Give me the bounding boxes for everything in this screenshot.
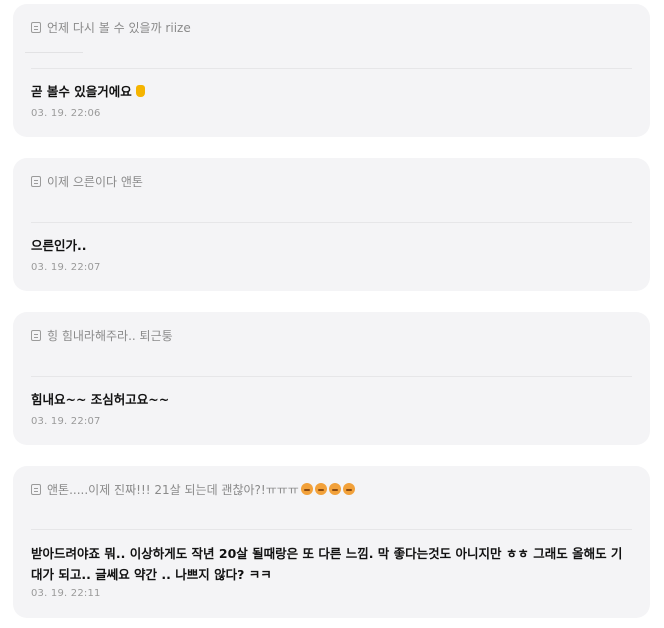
divider [25,52,83,53]
pleading-face-emoji-icon [342,483,355,495]
qa-card[interactable]: 앤톤.....이제 진짜!!! 21살 되는데 괜찮아?!ㅠㅠㅠ 받아드려야죠 … [13,466,650,618]
timestamp: 03. 19. 22:11 [31,588,101,599]
divider [31,376,632,377]
answer-text: 곧 볼수 있을거에요 [31,81,632,102]
question-row: 언제 다시 볼 수 있을까 riize [31,19,191,36]
question-row: 앤톤.....이제 진짜!!! 21살 되는데 괜찮아?!ㅠㅠㅠ [31,481,355,498]
qa-feed: 언제 다시 볼 수 있을까 riize 곧 볼수 있을거에요 03. 19. 2… [0,0,664,628]
timestamp: 03. 19. 22:06 [31,108,101,119]
divider [31,222,632,223]
note-icon [31,330,41,341]
pleading-face-emoji-icon [300,483,313,495]
note-icon [31,176,41,187]
question-text: 이제 으른이다 앤톤 [47,175,143,189]
question-text: 힝 힘내라해주라.. 퇴근퉁 [47,329,173,343]
qa-card[interactable]: 언제 다시 볼 수 있을까 riize 곧 볼수 있을거에요 03. 19. 2… [13,4,650,137]
qa-card[interactable]: 이제 으른이다 앤톤 으른인가.. 03. 19. 22:07 [13,158,650,291]
qa-card[interactable]: 힝 힘내라해주라.. 퇴근퉁 힘내요~~ 조심허고요~~ 03. 19. 22:… [13,312,650,445]
question-text: 언제 다시 볼 수 있을까 riize [47,21,191,35]
question-row: 힝 힘내라해주라.. 퇴근퉁 [31,327,173,344]
note-icon [31,22,41,33]
divider [31,68,632,69]
pleading-face-emoji-icon [328,483,341,495]
divider [31,529,632,530]
timestamp: 03. 19. 22:07 [31,416,101,427]
question-text: 앤톤.....이제 진짜!!! 21살 되는데 괜찮아?!ㅠㅠㅠ [47,481,355,498]
timestamp: 03. 19. 22:07 [31,262,101,273]
answer-text: 으른인가.. [31,238,87,253]
crossed-fingers-emoji-icon [135,85,145,97]
question-row: 이제 으른이다 앤톤 [31,173,143,190]
answer-text: 받아드려야죠 뭐.. 이상하게도 작년 20살 될때랑은 또 다른 느낌. 막 … [31,546,623,582]
answer-text: 힘내요~~ 조심허고요~~ [31,392,170,407]
pleading-face-emoji-icon [314,483,327,495]
note-icon [31,484,41,495]
